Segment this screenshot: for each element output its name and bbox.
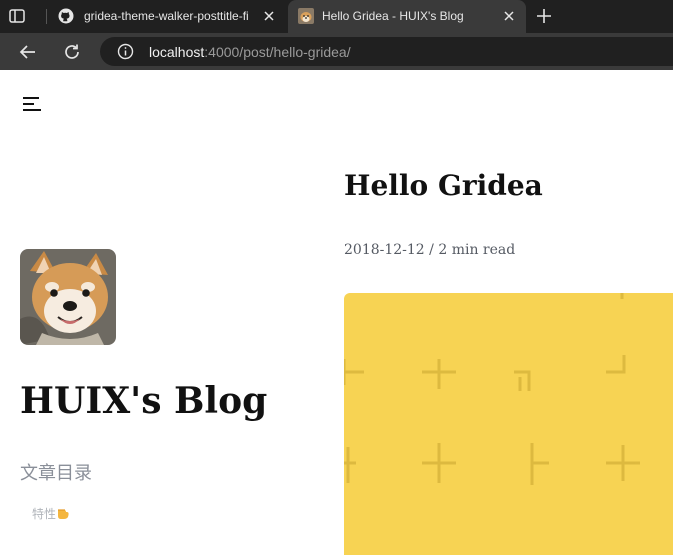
tab-title: gridea-theme-walker-posttitle-fi <box>84 9 249 23</box>
toc-item-label: 特性 <box>32 507 57 521</box>
toc-item[interactable]: 特性 <box>32 506 70 522</box>
blog-title[interactable]: HUIX's Blog <box>20 379 267 423</box>
url-path: :4000/post/hello-gridea/ <box>204 44 351 60</box>
pointing-hand-icon <box>58 509 69 519</box>
new-tab-icon[interactable] <box>535 7 553 25</box>
close-icon[interactable] <box>262 9 276 23</box>
url-host: localhost <box>149 44 205 60</box>
page-content: HUIX's Blog 文章目录 特性 Hello Gridea 2018-12… <box>0 71 673 555</box>
browser-toolbar: localhost:4000/post/hello-gridea/ <box>0 33 673 70</box>
tab-github[interactable]: gridea-theme-walker-posttitle-fi <box>48 0 286 33</box>
reload-icon[interactable] <box>62 42 82 62</box>
close-icon[interactable] <box>502 9 516 23</box>
back-arrow-icon[interactable] <box>18 42 38 62</box>
post-feature-image <box>344 293 673 555</box>
toc-title: 文章目录 <box>20 463 92 483</box>
dog-favicon-icon <box>298 8 314 24</box>
avatar <box>20 249 116 345</box>
info-icon[interactable] <box>117 43 134 60</box>
url-text[interactable]: localhost:4000/post/hello-gridea/ <box>149 44 351 60</box>
tab-hello-gridea[interactable]: Hello Gridea - HUIX's Blog <box>288 0 526 33</box>
github-icon <box>58 8 74 24</box>
browser-tab-bar: gridea-theme-walker-posttitle-fi Hello G… <box>0 0 673 33</box>
post-title: Hello Gridea <box>344 169 543 202</box>
tab-separator <box>46 9 47 24</box>
tab-title: Hello Gridea - HUIX's Blog <box>322 9 464 23</box>
address-bar[interactable]: localhost:4000/post/hello-gridea/ <box>100 37 673 66</box>
hamburger-menu-icon[interactable] <box>22 95 42 113</box>
tab-actions-icon[interactable] <box>8 7 26 25</box>
post-meta: 2018-12-12 / 2 min read <box>344 242 516 258</box>
